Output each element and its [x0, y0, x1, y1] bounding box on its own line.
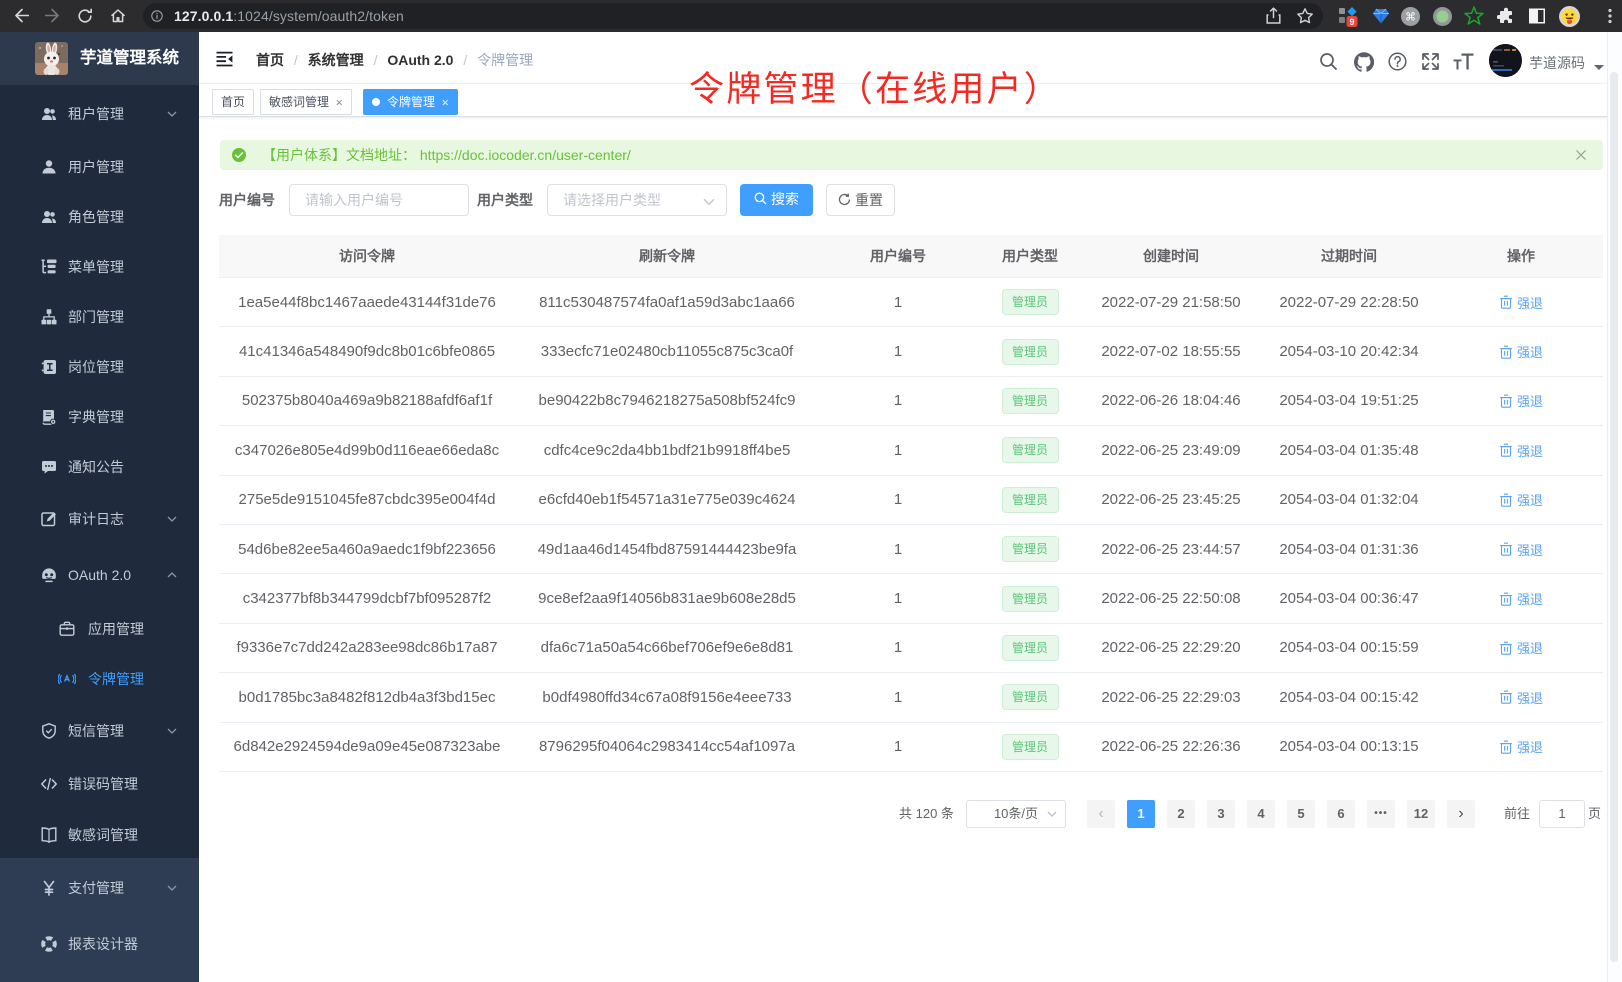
svg-text:9: 9	[1349, 17, 1354, 27]
svg-text:⌘: ⌘	[1405, 12, 1416, 24]
